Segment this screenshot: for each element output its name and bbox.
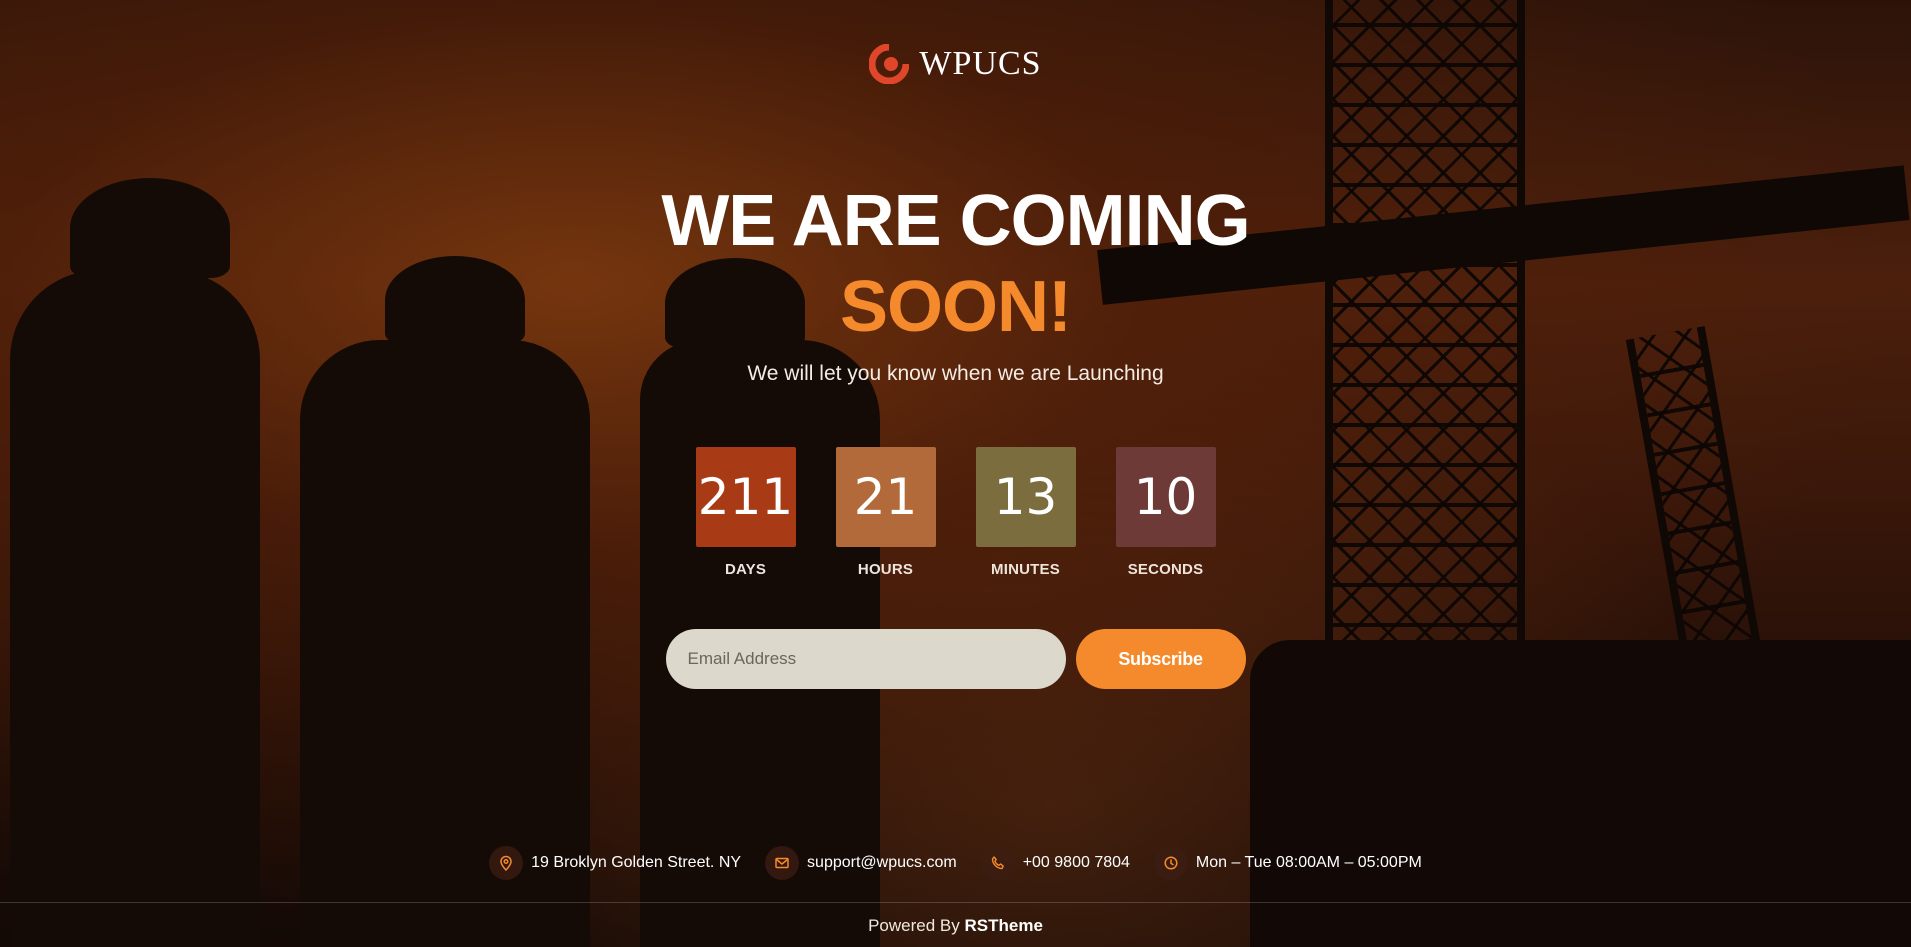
countdown-seconds-value: 10 <box>1115 447 1216 547</box>
countdown-hours-label: HOURS <box>857 561 914 578</box>
footer-divider <box>0 902 1911 903</box>
countdown-hours: 21 HOURS <box>835 447 936 578</box>
countdown-hours-value: 21 <box>835 447 936 547</box>
contact-info: 19 Broklyn Golden Street. NY support@wpu… <box>0 846 1911 880</box>
contact-email[interactable]: support@wpucs.com <box>765 846 957 880</box>
footer-brand-link[interactable]: RSTheme <box>964 916 1042 935</box>
contact-address: 19 Broklyn Golden Street. NY <box>489 846 741 880</box>
brand-logo[interactable]: WPUCS <box>0 44 1911 84</box>
countdown-seconds: 10 SECONDS <box>1115 447 1216 578</box>
contact-phone[interactable]: +00 9800 7804 <box>980 846 1130 880</box>
footer-prefix: Powered By <box>868 916 960 935</box>
countdown-minutes-value: 13 <box>975 447 1076 547</box>
brand-name: WPUCS <box>919 45 1042 82</box>
countdown-seconds-label: SECONDS <box>1127 561 1204 578</box>
subscribe-button[interactable]: Subscribe <box>1075 629 1246 689</box>
countdown-timer: 211 DAYS 21 HOURS 13 MINUTES 10 SECONDS <box>0 447 1911 578</box>
logo-mark-icon <box>869 44 910 84</box>
subscribe-form: Subscribe <box>0 629 1911 689</box>
clock-icon <box>1153 846 1188 880</box>
contact-email-text[interactable]: support@wpucs.com <box>807 854 957 872</box>
contact-phone-text[interactable]: +00 9800 7804 <box>1023 854 1130 872</box>
countdown-days: 211 DAYS <box>695 447 796 578</box>
headline-line-1: WE ARE COMING <box>661 181 1250 261</box>
mail-icon <box>765 846 800 880</box>
contact-hours-text: Mon – Tue 08:00AM – 05:00PM <box>1195 854 1422 871</box>
phone-icon <box>980 846 1015 880</box>
countdown-minutes-label: MINUTES <box>991 561 1060 578</box>
email-field[interactable] <box>665 629 1066 689</box>
countdown-days-value: 211 <box>695 447 796 547</box>
countdown-minutes: 13 MINUTES <box>975 447 1076 578</box>
headline-line-2: SOON! <box>839 267 1072 347</box>
location-pin-icon <box>489 846 524 880</box>
page-title: WE ARE COMING SOON! <box>0 178 1911 350</box>
countdown-days-label: DAYS <box>724 561 767 578</box>
contact-hours: Mon – Tue 08:00AM – 05:00PM <box>1153 846 1422 880</box>
tagline: We will let you know when we are Launchi… <box>747 362 1164 385</box>
footer-credit: Powered By RSTheme <box>0 916 1911 936</box>
contact-address-text: 19 Broklyn Golden Street. NY <box>531 854 742 871</box>
